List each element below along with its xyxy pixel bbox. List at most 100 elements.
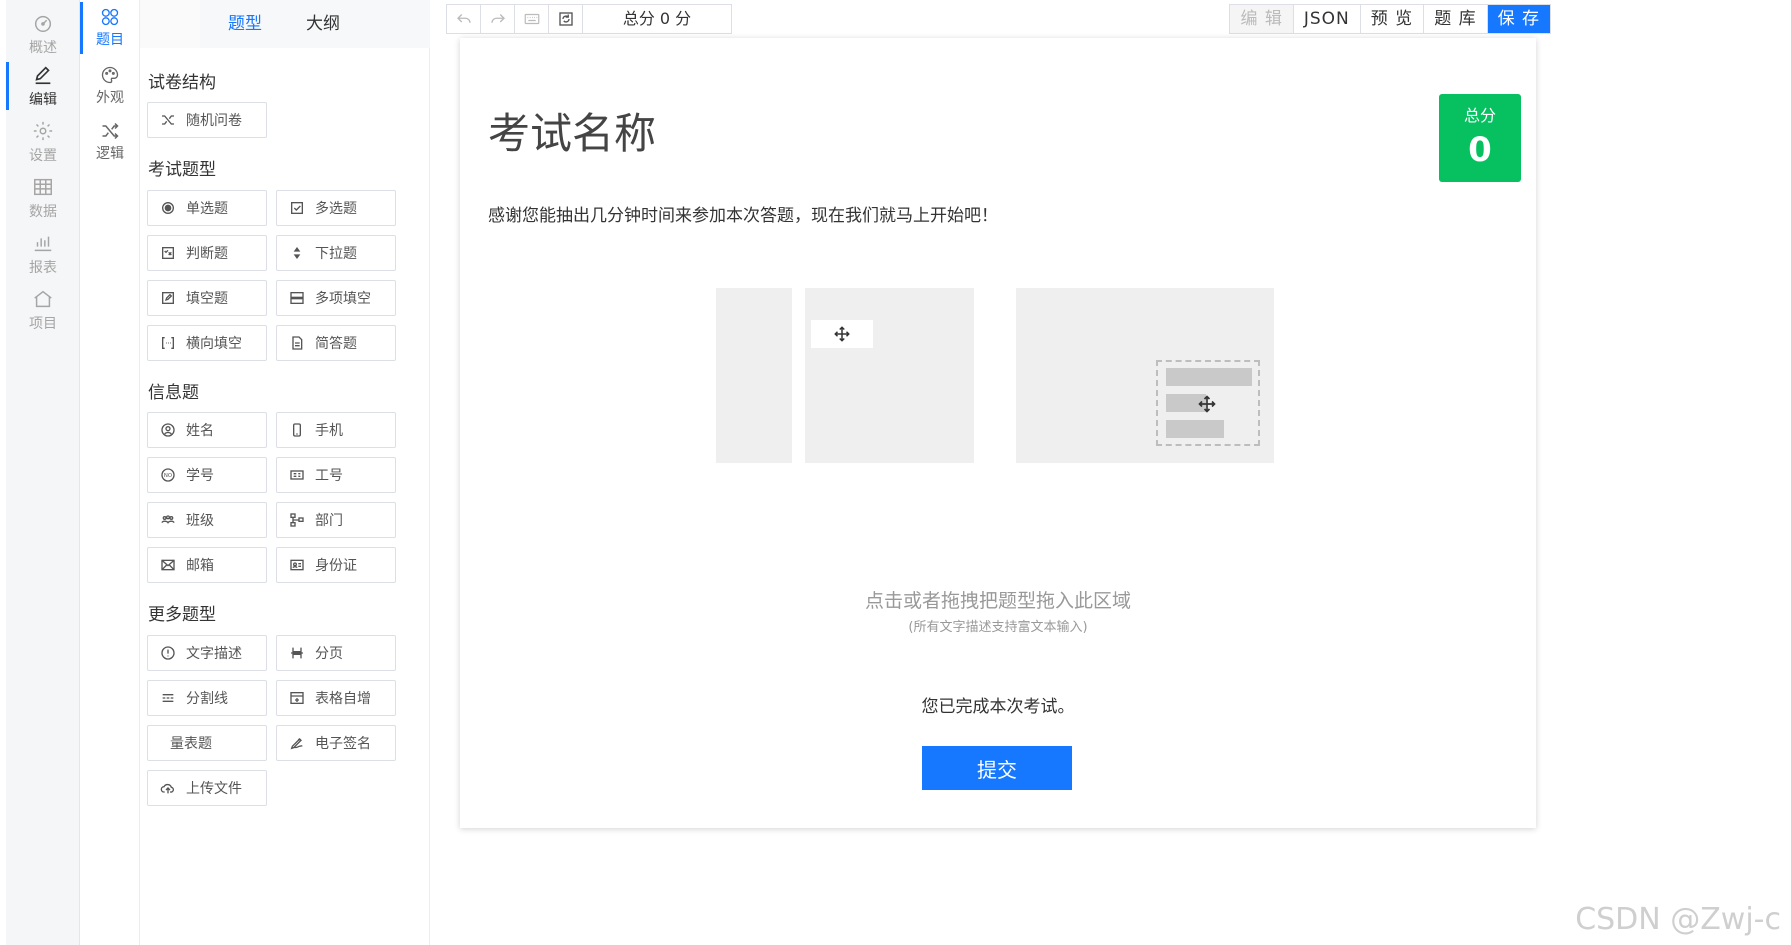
section-title-info: 信息题 <box>148 383 199 403</box>
type-label: 下拉题 <box>315 246 357 262</box>
undo-icon <box>456 14 471 23</box>
type-page-break[interactable]: 分页 <box>276 635 396 671</box>
type-label: 表格自增 <box>315 691 371 707</box>
type-label: 手机 <box>315 423 343 439</box>
placeholder-panel <box>1016 288 1274 463</box>
type-signature[interactable]: 电子签名 <box>276 725 396 761</box>
subnav-item-logic[interactable]: 逻辑 <box>80 114 140 170</box>
type-label: 班级 <box>186 513 214 529</box>
nav-item-data[interactable]: 数据 <box>6 170 80 226</box>
nav-item-label: 项目 <box>29 315 57 332</box>
table-icon <box>34 178 52 195</box>
page-break-icon <box>291 647 303 659</box>
edit-button[interactable]: 编 辑 <box>1230 5 1294 33</box>
type-label: 部门 <box>315 513 343 529</box>
exam-title[interactable]: 考试名称 <box>488 100 656 161</box>
number-badge-icon: NO <box>161 468 175 482</box>
shuffle-icon <box>102 122 119 140</box>
sub-nav-rail: 题目 外观 逻辑 <box>80 0 140 945</box>
type-random-paper[interactable]: 随机问卷 <box>147 102 267 138</box>
signature-icon <box>290 738 303 750</box>
type-label: 横向填空 <box>186 336 242 352</box>
shuffle-icon <box>162 115 174 125</box>
type-employee-id[interactable]: 工号 <box>276 457 396 493</box>
redo-button[interactable] <box>481 5 515 33</box>
drag-chip <box>811 320 873 348</box>
nav-item-overview[interactable]: 概述 <box>6 6 80 62</box>
move-cross-icon <box>1198 395 1216 413</box>
type-label: 电子签名 <box>315 736 371 752</box>
gear-icon <box>33 121 53 140</box>
type-table-auto[interactable]: 表格自增 <box>276 680 396 716</box>
type-label: 分割线 <box>186 691 228 707</box>
completion-text[interactable]: 您已完成本次考试。 <box>460 692 1536 717</box>
type-id-card[interactable]: 身份证 <box>276 547 396 583</box>
subnav-item-label: 题目 <box>96 32 124 48</box>
nav-item-label: 概述 <box>29 39 57 56</box>
dashboard-icon <box>34 15 52 32</box>
cloud-upload-icon <box>160 783 174 794</box>
section-title-more: 更多题型 <box>148 605 216 625</box>
type-file-upload[interactable]: 上传文件 <box>147 770 267 806</box>
placeholder-bar <box>1166 420 1224 438</box>
json-button[interactable]: JSON <box>1294 5 1361 33</box>
question-types-panel: 题型 大纲 试卷结构 随机问卷 考试题型 单选题 多选题 判断题 下拉题 填空题… <box>140 0 430 945</box>
exam-intro[interactable]: 感谢您能抽出几分钟时间来参加本次答题，现在我们就马上开始吧！ <box>488 201 998 226</box>
radio-icon <box>162 202 174 214</box>
home-icon <box>34 290 52 307</box>
type-dropdown[interactable]: 下拉题 <box>276 235 396 271</box>
type-label: 随机问卷 <box>186 113 242 129</box>
nav-item-settings[interactable]: 设置 <box>6 114 80 170</box>
type-divider[interactable]: 分割线 <box>147 680 267 716</box>
judge-icon <box>162 247 174 259</box>
group-icon <box>161 515 175 524</box>
tab-outline[interactable]: 大纲 <box>306 0 340 48</box>
reload-button[interactable] <box>549 5 583 33</box>
type-fill-blank[interactable]: 填空题 <box>147 280 267 316</box>
refresh-icon <box>558 12 573 26</box>
type-label: 学号 <box>186 468 214 484</box>
nav-item-edit[interactable]: 编辑 <box>6 58 80 114</box>
question-bank-button[interactable]: 题 库 <box>1424 5 1488 33</box>
type-label: 填空题 <box>186 291 228 307</box>
nav-item-projects[interactable]: 项目 <box>6 282 80 338</box>
subnav-item-questions[interactable]: 题目 <box>80 0 140 56</box>
tab-question-types[interactable]: 题型 <box>228 0 262 48</box>
toolbar-right: 编 辑 JSON 预 览 题 库 保 存 <box>1229 4 1551 34</box>
preview-button[interactable]: 预 览 <box>1361 5 1425 33</box>
drop-zone[interactable] <box>460 288 1536 548</box>
drop-hint-subtext: (所有文字描述支持富文本输入) <box>908 620 1088 635</box>
type-email[interactable]: 邮箱 <box>147 547 267 583</box>
type-multi-choice[interactable]: 多选题 <box>276 190 396 226</box>
main-nav-rail: 概述 编辑 设置 数据 报表 项目 <box>6 0 80 945</box>
undo-button[interactable] <box>447 5 481 33</box>
type-class[interactable]: 班级 <box>147 502 267 538</box>
type-phone[interactable]: 手机 <box>276 412 396 448</box>
type-name[interactable]: 姓名 <box>147 412 267 448</box>
type-label: 邮箱 <box>186 558 214 574</box>
subnav-item-appearance[interactable]: 外观 <box>80 58 140 114</box>
shapes-icon <box>101 8 119 26</box>
type-student-id[interactable]: NO 学号 <box>147 457 267 493</box>
type-label: 分页 <box>315 646 343 662</box>
type-horizontal-fill[interactable]: 横向填空 <box>147 325 267 361</box>
type-label: 姓名 <box>186 423 214 439</box>
watermark: CSDN @Zwj-c <box>1575 902 1781 937</box>
keyboard-button[interactable] <box>515 5 549 33</box>
type-label: 多项填空 <box>315 291 371 307</box>
type-scale[interactable]: 量表题 <box>147 725 267 761</box>
type-true-false[interactable]: 判断题 <box>147 235 267 271</box>
type-label: 量表题 <box>170 736 212 752</box>
submit-button[interactable]: 提交 <box>922 746 1072 790</box>
type-multi-fill[interactable]: 多项填空 <box>276 280 396 316</box>
save-button[interactable]: 保 存 <box>1487 5 1550 33</box>
type-text-description[interactable]: 文字描述 <box>147 635 267 671</box>
nav-item-label: 编辑 <box>29 91 57 108</box>
placeholder-column <box>716 288 792 463</box>
checkbox-icon <box>291 202 303 214</box>
palette-icon <box>101 66 119 84</box>
type-short-answer[interactable]: 简答题 <box>276 325 396 361</box>
nav-item-reports[interactable]: 报表 <box>6 226 80 282</box>
type-department[interactable]: 部门 <box>276 502 396 538</box>
type-single-choice[interactable]: 单选题 <box>147 190 267 226</box>
